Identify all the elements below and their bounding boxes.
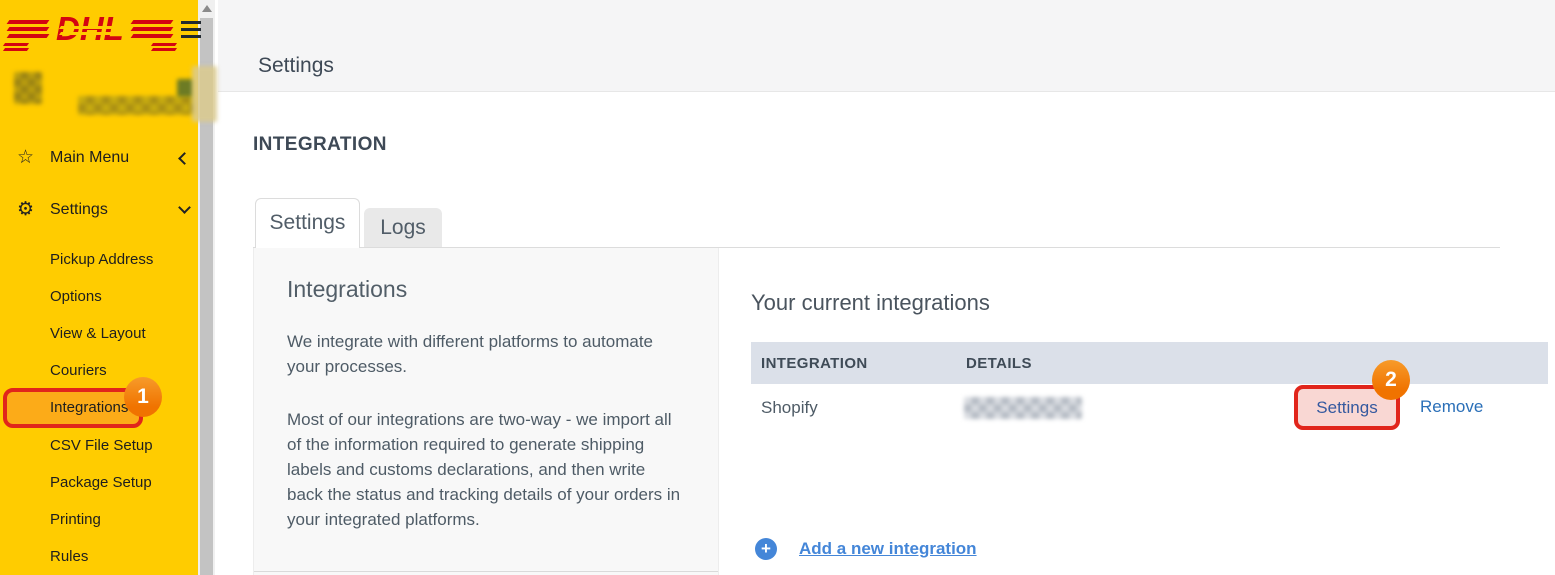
sidebar-item-csv-file-setup[interactable]: CSV File Setup: [50, 437, 153, 457]
annotation-step-2-badge: 2: [1372, 360, 1410, 400]
integrations-info-panel: Integrations We integrate with different…: [253, 248, 719, 575]
annotation-step-1-badge: 1: [124, 377, 162, 417]
add-new-integration-link[interactable]: Add a new integration: [799, 539, 977, 559]
hamburger-menu-icon[interactable]: [181, 21, 201, 42]
chevron-down-icon: [178, 201, 191, 214]
panel-heading: Integrations: [287, 276, 678, 303]
redacted-user-name: [78, 96, 196, 115]
sidebar-item-label: Settings: [50, 201, 108, 219]
add-integration-row: + Add a new integration: [755, 538, 977, 560]
plus-icon[interactable]: +: [755, 538, 777, 560]
sidebar-item-pickup-address[interactable]: Pickup Address: [50, 251, 153, 271]
tabstrip-divider: [253, 247, 1500, 248]
star-icon: ☆: [17, 146, 41, 168]
annotation-box-integrations: Integrations: [3, 388, 143, 428]
dhl-logo-speedlines-left: [8, 20, 48, 38]
panel-divider: [254, 571, 718, 572]
panel-paragraph: We integrate with different platforms to…: [287, 329, 682, 379]
table-header-row: INTEGRATION DETAILS: [751, 342, 1548, 384]
column-header-details: DETAILS: [966, 355, 1548, 372]
redacted-overlay: [192, 66, 217, 122]
column-header-integration: INTEGRATION: [761, 355, 966, 372]
section-title: INTEGRATION: [253, 134, 387, 156]
scroll-up-icon[interactable]: [202, 5, 212, 12]
sidebar: DHL ☆ Main Menu ⚙ Settings Pickup Addres…: [0, 0, 198, 575]
gear-icon: ⚙: [17, 198, 41, 220]
tab-settings[interactable]: Settings: [255, 198, 360, 248]
sidebar-item-rules[interactable]: Rules: [50, 548, 88, 568]
current-integrations-heading: Your current integrations: [751, 290, 990, 316]
page-header: Settings: [218, 0, 1555, 92]
main-content: Settings INTEGRATION Settings Logs Integ…: [215, 0, 1555, 575]
page-title: Settings: [258, 54, 334, 78]
sidebar-item-options[interactable]: Options: [50, 288, 102, 308]
sidebar-item-main-menu[interactable]: ☆ Main Menu: [0, 148, 198, 172]
panel-paragraph: Most of our integrations are two-way - w…: [287, 407, 682, 532]
sidebar-item-printing[interactable]: Printing: [50, 511, 101, 531]
tab-logs[interactable]: Logs: [364, 208, 442, 248]
chevron-left-icon: [178, 152, 191, 165]
dhl-logo-speedlines-right: [132, 20, 172, 38]
table-row: Shopify Settings 2 Remove: [751, 384, 1548, 432]
sidebar-item-settings[interactable]: ⚙ Settings: [0, 200, 198, 224]
integrations-table: INTEGRATION DETAILS Shopify Settings 2 R…: [751, 342, 1548, 432]
sidebar-item-integrations[interactable]: Integrations: [50, 399, 128, 416]
integration-name: Shopify: [761, 398, 818, 418]
sidebar-item-package-setup[interactable]: Package Setup: [50, 474, 152, 494]
sidebar-item-couriers[interactable]: Couriers: [50, 362, 107, 382]
sidebar-item-label: Main Menu: [50, 149, 129, 167]
redacted-details: [964, 397, 1082, 419]
sidebar-item-view-layout[interactable]: View & Layout: [50, 325, 146, 345]
redacted-user-avatar: [14, 72, 42, 104]
row-remove-button[interactable]: Remove: [1420, 397, 1483, 417]
dhl-logo[interactable]: DHL: [8, 12, 172, 45]
